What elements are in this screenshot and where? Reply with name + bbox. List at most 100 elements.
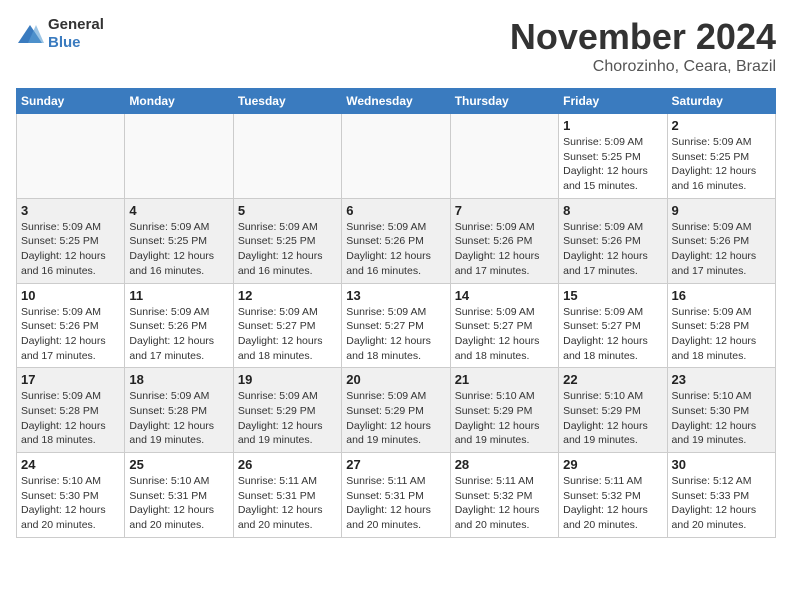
day-info: Sunrise: 5:09 AM Sunset: 5:29 PM Dayligh… (238, 389, 337, 448)
logo-icon (16, 23, 44, 45)
calendar-cell-w4-d2: 19 Sunrise: 5:09 AM Sunset: 5:29 PM Dayli… (233, 368, 341, 453)
calendar-table: Sunday Monday Tuesday Wednesday Thursday… (16, 88, 776, 538)
day-number: 23 (672, 372, 771, 387)
calendar-cell-w5-d1: 25 Sunrise: 5:10 AM Sunset: 5:31 PM Dayli… (125, 453, 233, 538)
title-area: November 2024 Chorozinho, Ceara, Brazil (510, 16, 776, 76)
day-number: 10 (21, 288, 120, 303)
day-number: 20 (346, 372, 445, 387)
day-info: Sunrise: 5:09 AM Sunset: 5:29 PM Dayligh… (346, 389, 445, 448)
col-sunday: Sunday (17, 89, 125, 114)
day-number: 24 (21, 457, 120, 472)
day-number: 13 (346, 288, 445, 303)
day-number: 11 (129, 288, 228, 303)
calendar-body: 1 Sunrise: 5:09 AM Sunset: 5:25 PM Daylig… (17, 114, 776, 538)
week-row-3: 10 Sunrise: 5:09 AM Sunset: 5:26 PM Dayli… (17, 283, 776, 368)
day-number: 2 (672, 118, 771, 133)
day-number: 18 (129, 372, 228, 387)
calendar-cell-w3-d2: 12 Sunrise: 5:09 AM Sunset: 5:27 PM Dayli… (233, 283, 341, 368)
calendar-cell-w4-d6: 23 Sunrise: 5:10 AM Sunset: 5:30 PM Dayli… (667, 368, 775, 453)
week-row-4: 17Sunrise: 5:09 AM Sunset: 5:28 PM Dayli… (17, 368, 776, 453)
day-info: Sunrise: 5:11 AM Sunset: 5:31 PM Dayligh… (238, 474, 337, 533)
calendar-cell-w3-d6: 16 Sunrise: 5:09 AM Sunset: 5:28 PM Dayli… (667, 283, 775, 368)
day-info: Sunrise: 5:10 AM Sunset: 5:30 PM Dayligh… (672, 389, 771, 448)
calendar-cell-w4-d1: 18Sunrise: 5:09 AM Sunset: 5:28 PM Dayli… (125, 368, 233, 453)
logo: General Blue (16, 16, 104, 52)
calendar-cell-w5-d0: 24 Sunrise: 5:10 AM Sunset: 5:30 PM Dayli… (17, 453, 125, 538)
day-info: Sunrise: 5:10 AM Sunset: 5:31 PM Dayligh… (129, 474, 228, 533)
calendar-cell-w1-d6: 2 Sunrise: 5:09 AM Sunset: 5:25 PM Daylig… (667, 114, 775, 199)
day-number: 29 (563, 457, 662, 472)
calendar-cell-w1-d0 (17, 114, 125, 199)
calendar-cell-w5-d4: 28Sunrise: 5:11 AM Sunset: 5:32 PM Dayli… (450, 453, 558, 538)
calendar-cell-w2-d0: 3 Sunrise: 5:09 AM Sunset: 5:25 PM Daylig… (17, 198, 125, 283)
day-info: Sunrise: 5:09 AM Sunset: 5:27 PM Dayligh… (238, 305, 337, 364)
col-tuesday: Tuesday (233, 89, 341, 114)
day-info: Sunrise: 5:09 AM Sunset: 5:26 PM Dayligh… (563, 220, 662, 279)
day-number: 30 (672, 457, 771, 472)
day-number: 21 (455, 372, 554, 387)
day-number: 16 (672, 288, 771, 303)
calendar-cell-w5-d3: 27 Sunrise: 5:11 AM Sunset: 5:31 PM Dayli… (342, 453, 450, 538)
day-info: Sunrise: 5:11 AM Sunset: 5:31 PM Dayligh… (346, 474, 445, 533)
day-info: Sunrise: 5:09 AM Sunset: 5:26 PM Dayligh… (346, 220, 445, 279)
calendar-cell-w4-d3: 20 Sunrise: 5:09 AM Sunset: 5:29 PM Dayli… (342, 368, 450, 453)
day-number: 3 (21, 203, 120, 218)
day-info: Sunrise: 5:10 AM Sunset: 5:30 PM Dayligh… (21, 474, 120, 533)
week-row-2: 3 Sunrise: 5:09 AM Sunset: 5:25 PM Daylig… (17, 198, 776, 283)
calendar-cell-w5-d6: 30Sunrise: 5:12 AM Sunset: 5:33 PM Dayli… (667, 453, 775, 538)
calendar-cell-w4-d5: 22Sunrise: 5:10 AM Sunset: 5:29 PM Dayli… (559, 368, 667, 453)
day-info: Sunrise: 5:09 AM Sunset: 5:26 PM Dayligh… (455, 220, 554, 279)
day-number: 26 (238, 457, 337, 472)
logo-blue: Blue (48, 34, 81, 51)
calendar-cell-w2-d2: 5 Sunrise: 5:09 AM Sunset: 5:25 PM Daylig… (233, 198, 341, 283)
day-info: Sunrise: 5:09 AM Sunset: 5:25 PM Dayligh… (238, 220, 337, 279)
day-number: 14 (455, 288, 554, 303)
day-info: Sunrise: 5:10 AM Sunset: 5:29 PM Dayligh… (455, 389, 554, 448)
day-number: 1 (563, 118, 662, 133)
day-info: Sunrise: 5:09 AM Sunset: 5:27 PM Dayligh… (455, 305, 554, 364)
day-number: 17 (21, 372, 120, 387)
calendar-cell-w3-d4: 14 Sunrise: 5:09 AM Sunset: 5:27 PM Dayli… (450, 283, 558, 368)
logo-text: General Blue (48, 16, 104, 52)
calendar-header: Sunday Monday Tuesday Wednesday Thursday… (17, 89, 776, 114)
calendar-cell-w3-d1: 11Sunrise: 5:09 AM Sunset: 5:26 PM Dayli… (125, 283, 233, 368)
day-info: Sunrise: 5:09 AM Sunset: 5:27 PM Dayligh… (563, 305, 662, 364)
calendar-cell-w1-d1 (125, 114, 233, 199)
header-row: Sunday Monday Tuesday Wednesday Thursday… (17, 89, 776, 114)
col-monday: Monday (125, 89, 233, 114)
calendar-cell-w5-d2: 26 Sunrise: 5:11 AM Sunset: 5:31 PM Dayli… (233, 453, 341, 538)
header: General Blue November 2024 Chorozinho, C… (16, 16, 776, 76)
day-number: 19 (238, 372, 337, 387)
day-number: 27 (346, 457, 445, 472)
day-info: Sunrise: 5:09 AM Sunset: 5:27 PM Dayligh… (346, 305, 445, 364)
week-row-5: 24 Sunrise: 5:10 AM Sunset: 5:30 PM Dayli… (17, 453, 776, 538)
day-info: Sunrise: 5:11 AM Sunset: 5:32 PM Dayligh… (455, 474, 554, 533)
day-info: Sunrise: 5:11 AM Sunset: 5:32 PM Dayligh… (563, 474, 662, 533)
day-number: 4 (129, 203, 228, 218)
calendar-cell-w2-d4: 7 Sunrise: 5:09 AM Sunset: 5:26 PM Daylig… (450, 198, 558, 283)
day-number: 8 (563, 203, 662, 218)
day-number: 7 (455, 203, 554, 218)
location: Chorozinho, Ceara, Brazil (510, 58, 776, 76)
calendar-cell-w2-d3: 6 Sunrise: 5:09 AM Sunset: 5:26 PM Daylig… (342, 198, 450, 283)
day-number: 5 (238, 203, 337, 218)
day-info: Sunrise: 5:10 AM Sunset: 5:29 PM Dayligh… (563, 389, 662, 448)
col-saturday: Saturday (667, 89, 775, 114)
day-number: 6 (346, 203, 445, 218)
day-number: 15 (563, 288, 662, 303)
day-info: Sunrise: 5:09 AM Sunset: 5:25 PM Dayligh… (672, 135, 771, 194)
day-number: 25 (129, 457, 228, 472)
calendar-cell-w5-d5: 29 Sunrise: 5:11 AM Sunset: 5:32 PM Dayli… (559, 453, 667, 538)
day-info: Sunrise: 5:09 AM Sunset: 5:26 PM Dayligh… (21, 305, 120, 364)
day-info: Sunrise: 5:09 AM Sunset: 5:28 PM Dayligh… (672, 305, 771, 364)
day-info: Sunrise: 5:09 AM Sunset: 5:25 PM Dayligh… (21, 220, 120, 279)
day-info: Sunrise: 5:09 AM Sunset: 5:25 PM Dayligh… (563, 135, 662, 194)
calendar-cell-w1-d4 (450, 114, 558, 199)
day-info: Sunrise: 5:09 AM Sunset: 5:26 PM Dayligh… (672, 220, 771, 279)
col-wednesday: Wednesday (342, 89, 450, 114)
day-number: 12 (238, 288, 337, 303)
col-thursday: Thursday (450, 89, 558, 114)
day-info: Sunrise: 5:09 AM Sunset: 5:25 PM Dayligh… (129, 220, 228, 279)
day-number: 9 (672, 203, 771, 218)
month-title: November 2024 (510, 16, 776, 58)
